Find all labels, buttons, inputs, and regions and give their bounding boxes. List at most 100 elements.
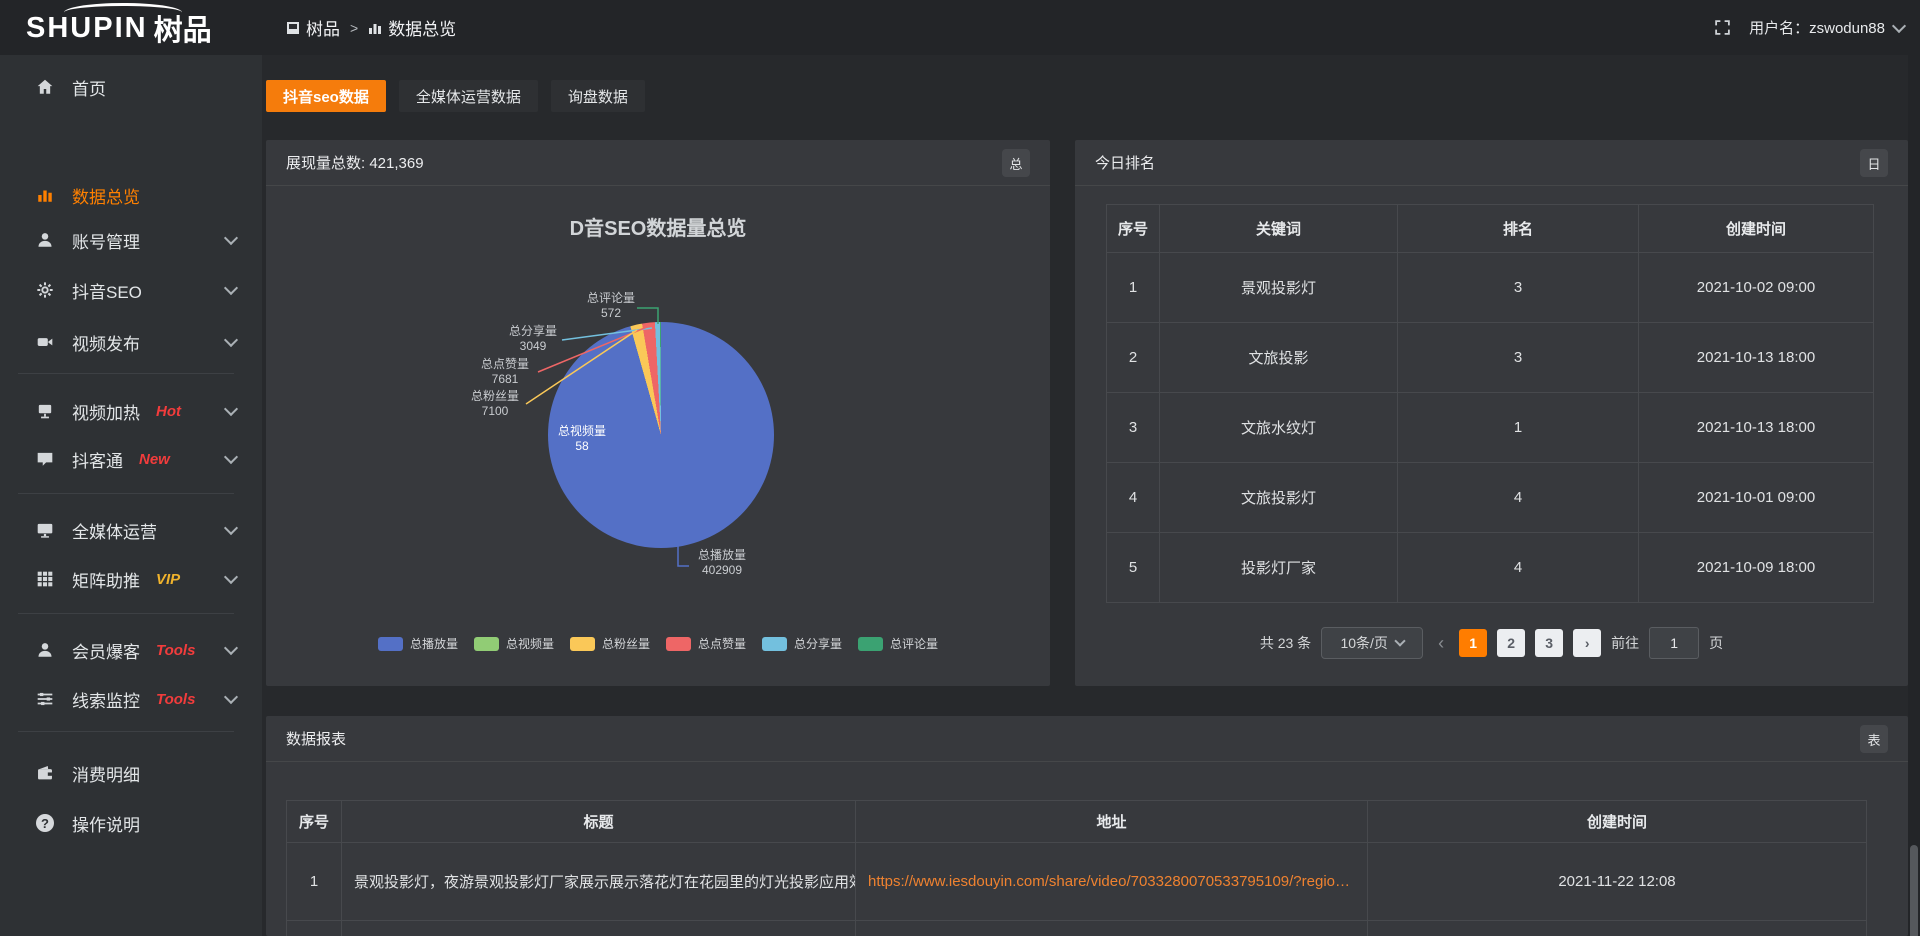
goto-label: 前往 — [1611, 633, 1639, 653]
goto-page-input[interactable] — [1649, 627, 1699, 659]
pie-label-plays: 总播放量402909 — [690, 548, 754, 578]
chevron-down-icon — [1892, 18, 1906, 32]
video-url-link[interactable]: https://www.iesdouyin.com/share/video/70… — [868, 873, 1350, 890]
prev-page-button[interactable]: ‹ — [1433, 633, 1449, 654]
vip-badge: VIP — [156, 571, 180, 588]
video-title-cell: 景观投影灯，夜游景观投影灯厂家展示展示落花灯在花园里的灯光投影应用效果 # — [342, 843, 856, 921]
col-url: 地址 — [856, 801, 1368, 843]
page-size-select[interactable]: 10条/页 — [1321, 627, 1423, 659]
table-row: 4文旅投影灯42021-10-01 09:00 — [1107, 463, 1874, 533]
chevron-down-icon — [224, 521, 238, 535]
sidebar-item-member-burst[interactable]: 会员爆客 Tools — [0, 626, 262, 674]
sidebar-item-lead-monitor[interactable]: 线索监控 Tools — [0, 675, 262, 723]
col-title: 标题 — [342, 801, 856, 843]
col-created: 创建时间 — [1368, 801, 1867, 843]
sidebar-item-data-overview[interactable]: 数据总览 — [0, 171, 262, 219]
sidebar-divider — [18, 373, 234, 374]
next-page-button[interactable]: › — [1573, 629, 1601, 657]
tab-media-operation-data[interactable]: 全媒体运营数据 — [399, 80, 538, 112]
member-icon — [36, 641, 54, 659]
legend-item-comments[interactable]: 总评论量 — [858, 635, 938, 652]
sidebar-item-media-operation[interactable]: 全媒体运营 — [0, 506, 262, 554]
logo-arc — [64, 3, 182, 22]
table-row: 1景观投影灯32021-10-02 09:00 — [1107, 253, 1874, 323]
pie-label-videos: 总视频量58 — [542, 424, 622, 454]
report-panel-title: 数据报表 — [286, 728, 346, 749]
col-rank: 排名 — [1398, 205, 1639, 253]
ranking-panel-header: 今日排名 — [1075, 140, 1908, 186]
seo-chart-panel: 展现量总数: 421,369 总 D音SEO数据量总览 总评论量572 总分享量… — [266, 140, 1050, 686]
sidebar-item-home[interactable]: 首页 — [0, 63, 262, 111]
table-row: 1 景观投影灯，夜游景观投影灯厂家展示展示落花灯在花园里的灯光投影应用效果 # … — [287, 843, 1867, 921]
breadcrumb: 树品 > 数据总览 — [286, 0, 456, 55]
pie-label-fans: 总粉丝量7100 — [460, 389, 530, 419]
report-header-row: 序号 标题 地址 创建时间 — [287, 801, 1867, 843]
sidebar-item-help[interactable]: 操作说明 — [0, 799, 262, 847]
wallet-icon — [36, 764, 54, 782]
sidebar-item-spend-detail[interactable]: 消费明细 — [0, 749, 262, 797]
legend-item-likes[interactable]: 总点赞量 — [666, 635, 746, 652]
table-row — [287, 921, 1867, 936]
legend-item-plays[interactable]: 总播放量 — [378, 635, 458, 652]
hot-badge: Hot — [156, 403, 181, 420]
chevron-down-icon — [224, 690, 238, 704]
breadcrumb-current[interactable]: 数据总览 — [368, 15, 456, 40]
sidebar-item-matrix-boost[interactable]: 矩阵助推 VIP — [0, 555, 262, 603]
legend-swatch — [570, 637, 595, 651]
col-created: 创建时间 — [1639, 205, 1874, 253]
legend-item-videos[interactable]: 总视频量 — [474, 635, 554, 652]
col-index: 序号 — [287, 801, 342, 843]
chevron-down-icon — [224, 333, 238, 347]
tab-inquiry-data[interactable]: 询盘数据 — [551, 80, 645, 112]
pie-label-likes: 总点赞量7681 — [470, 357, 540, 387]
pie-label-comments: 总评论量572 — [576, 291, 646, 321]
gear-icon — [36, 281, 54, 299]
page-scrollbar[interactable] — [1908, 55, 1920, 936]
table-badge-button[interactable]: 表 — [1860, 725, 1888, 753]
pie-chart-area: D音SEO数据量总览 总评论量572 总分享量3049 总点赞量7681 总粉丝… — [266, 140, 1050, 686]
col-keyword: 关键词 — [1160, 205, 1398, 253]
scrollbar-thumb[interactable] — [1910, 845, 1918, 936]
chevron-down-icon — [224, 641, 238, 655]
page-button-1[interactable]: 1 — [1459, 629, 1487, 657]
ranking-table: 序号 关键词 排名 创建时间 1景观投影灯32021-10-02 09:00 2… — [1106, 204, 1874, 603]
legend-swatch — [378, 637, 403, 651]
user-menu[interactable]: 用户名：zswodun88 — [1749, 17, 1904, 38]
breadcrumb-root[interactable]: 树品 — [286, 15, 340, 40]
legend-item-shares[interactable]: 总分享量 — [762, 635, 842, 652]
page-button-2[interactable]: 2 — [1497, 629, 1525, 657]
sidebar-item-douketong[interactable]: 抖客通 New — [0, 435, 262, 483]
report-table: 序号 标题 地址 创建时间 1 景观投影灯，夜游景观投影灯厂家展示展示落花灯在花… — [286, 800, 1867, 936]
table-row: 5投影灯厂家42021-10-09 18:00 — [1107, 533, 1874, 603]
screen-icon — [36, 402, 54, 420]
video-camera-icon — [36, 333, 54, 351]
grid-icon — [36, 570, 54, 588]
username-label: 用户名：zswodun88 — [1749, 17, 1885, 38]
home-icon — [36, 78, 54, 96]
fullscreen-icon[interactable] — [1714, 19, 1731, 36]
page-button-3[interactable]: 3 — [1535, 629, 1563, 657]
app-square-icon — [286, 21, 300, 35]
goto-unit: 页 — [1709, 633, 1723, 653]
created-time-cell: 2021-11-22 12:08 — [1368, 843, 1867, 921]
legend-item-fans[interactable]: 总粉丝量 — [570, 635, 650, 652]
data-report-panel: 数据报表 表 序号 标题 地址 创建时间 1 景观投影灯，夜游景观投影灯厂家展示… — [266, 716, 1908, 936]
chevron-down-icon — [224, 450, 238, 464]
sidebar-item-video-publish[interactable]: 视频发布 — [0, 318, 262, 366]
col-index: 序号 — [1107, 205, 1160, 253]
today-ranking-panel: 今日排名 日 序号 关键词 排名 创建时间 1景观投影灯32021-10-02 … — [1075, 140, 1908, 686]
sidebar-item-douyin-seo[interactable]: 抖音SEO — [0, 266, 262, 314]
daily-badge-button[interactable]: 日 — [1860, 149, 1888, 177]
app-logo: SHUPIN 树品 — [26, 7, 212, 49]
monitor-icon — [36, 521, 54, 539]
top-header-bar: SHUPIN 树品 树品 > 数据总览 用户名：zswodun88 — [0, 0, 1920, 55]
sidebar-item-account[interactable]: 账号管理 — [0, 216, 262, 264]
chevron-down-icon — [224, 281, 238, 295]
tab-douyin-seo-data[interactable]: 抖音seo数据 — [266, 80, 386, 112]
tools-badge: Tools — [156, 642, 195, 659]
table-row: 2文旅投影32021-10-13 18:00 — [1107, 323, 1874, 393]
sidebar-divider — [18, 613, 234, 614]
sidebar-item-video-heat[interactable]: 视频加热 Hot — [0, 387, 262, 435]
user-icon — [36, 231, 54, 249]
question-icon — [36, 814, 54, 832]
